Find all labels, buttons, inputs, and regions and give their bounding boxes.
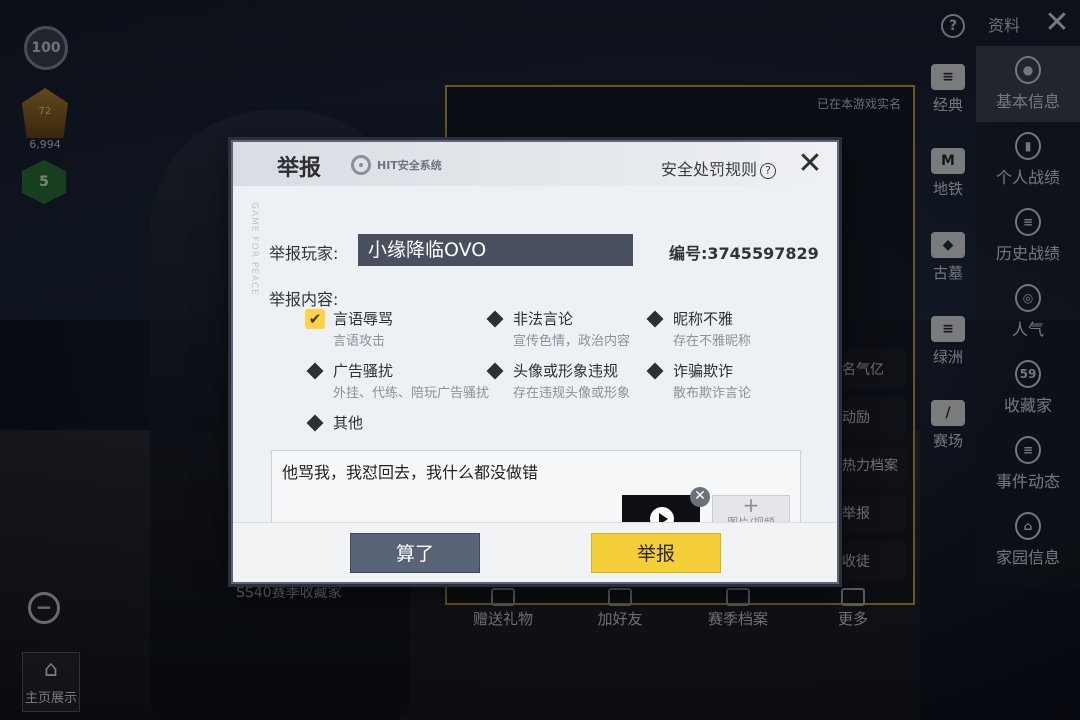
reason-desc: 存在不雅昵称 — [673, 334, 752, 349]
reason-verbal-abuse[interactable]: ✔ 言语辱骂 言语攻击 — [305, 308, 485, 349]
security-system-name: HIT安全系统 — [377, 159, 442, 172]
checkbox-unchecked[interactable] — [486, 310, 504, 327]
checkbox-unchecked[interactable] — [646, 362, 664, 379]
reason-name: 其他 — [333, 414, 364, 432]
reason-desc: 外挂、代练、陪玩广告骚扰 — [333, 386, 490, 401]
reason-vulgar-nickname[interactable]: 昵称不雅 存在不雅昵称 — [645, 308, 825, 349]
close-icon[interactable]: ✕ — [795, 149, 825, 180]
report-content-label: 举报内容: — [269, 290, 339, 309]
reason-name: 广告骚扰 — [333, 362, 394, 380]
reason-name: 昵称不雅 — [673, 310, 734, 328]
vertical-watermark: GAME FOR PEACE — [249, 202, 259, 296]
dialog-footer: 算了 举报 — [233, 522, 837, 582]
reason-avatar-violation[interactable]: 头像或形象违规 存在违规头像或形象 — [485, 360, 665, 401]
reason-name: 言语辱骂 — [333, 310, 394, 328]
reason-desc: 散布欺诈言论 — [673, 386, 752, 401]
remove-media-icon[interactable]: ✕ — [690, 487, 710, 507]
checkbox-unchecked[interactable] — [486, 362, 504, 379]
plus-icon: + — [742, 493, 760, 517]
checkbox-checked[interactable]: ✔ — [305, 308, 325, 329]
checkbox-unchecked[interactable] — [646, 310, 664, 327]
checkbox-unchecked[interactable] — [306, 362, 324, 379]
reported-player-label: 举报玩家: — [269, 244, 339, 263]
reason-name: 诈骗欺诈 — [673, 362, 734, 380]
reason-ad-harassment[interactable]: 广告骚扰 外挂、代练、陪玩广告骚扰 — [305, 360, 490, 401]
reason-other[interactable]: 其他 — [305, 412, 485, 433]
security-system-logo: HIT安全系统 — [351, 154, 442, 176]
reason-name: 头像或形象违规 — [513, 362, 619, 380]
penalty-rules-label: 安全处罚规则 — [661, 160, 758, 179]
report-description-text: 他骂我，我怼回去，我什么都没做错 — [282, 463, 539, 482]
shield-logo-icon — [351, 155, 371, 175]
submit-report-button[interactable]: 举报 — [591, 533, 721, 573]
reason-desc: 言语攻击 — [333, 334, 386, 349]
reason-desc: 宣传色情，政治内容 — [513, 334, 631, 349]
report-dialog: 举报 HIT安全系统 安全处罚规则? ✕ GAME FOR PEACE 举报玩家… — [231, 140, 839, 584]
help-icon: ? — [760, 163, 777, 179]
reason-illegal-speech[interactable]: 非法言论 宣传色情，政治内容 — [485, 308, 665, 349]
penalty-rules-link[interactable]: 安全处罚规则? — [661, 156, 777, 180]
reason-fraud[interactable]: 诈骗欺诈 散布欺诈言论 — [645, 360, 825, 401]
dialog-header: 举报 HIT安全系统 安全处罚规则? ✕ — [233, 142, 837, 186]
reason-desc: 存在违规头像或形象 — [513, 386, 631, 401]
player-id: 编号:3745597829 — [669, 240, 819, 264]
cancel-button[interactable]: 算了 — [350, 533, 480, 573]
player-id-value: 3745597829 — [707, 244, 819, 263]
reason-name: 非法言论 — [513, 310, 574, 328]
checkbox-unchecked[interactable] — [306, 414, 324, 431]
reported-player-name: 小缘降临OVO — [358, 234, 633, 266]
player-id-label: 编号: — [669, 244, 708, 263]
dialog-title: 举报 — [277, 156, 322, 181]
